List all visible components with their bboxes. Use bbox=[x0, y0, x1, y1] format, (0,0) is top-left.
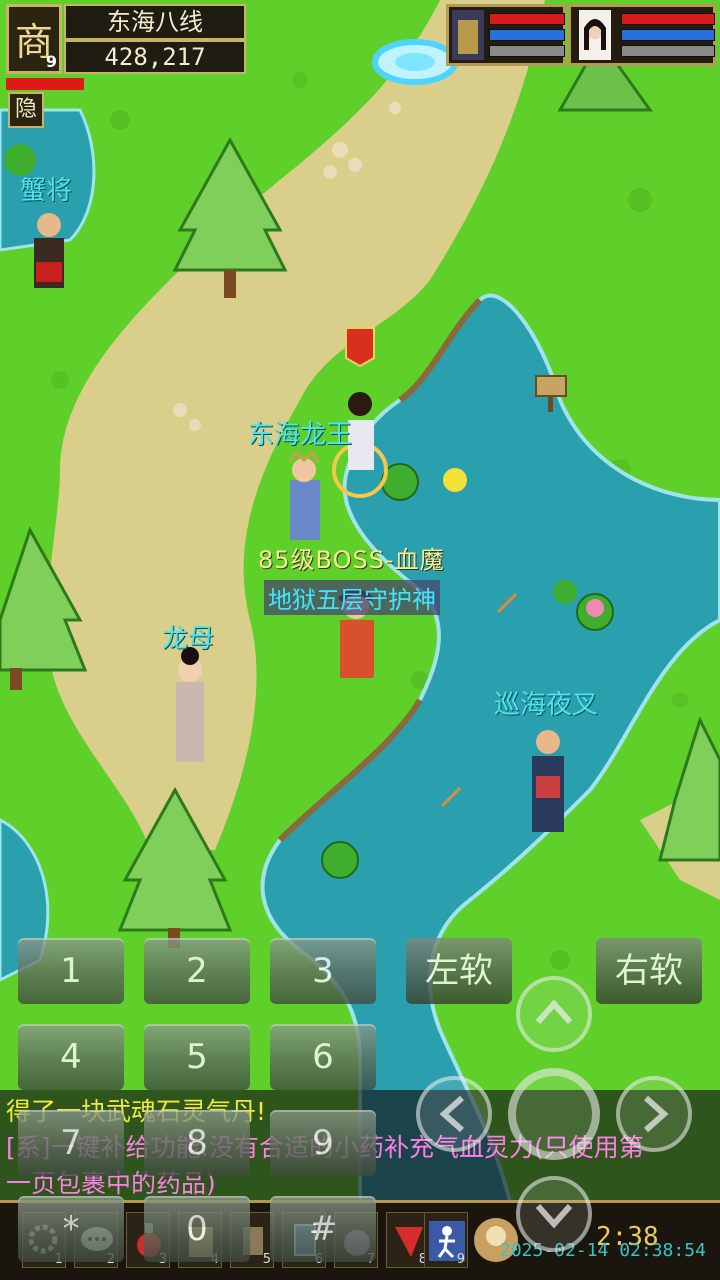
npc-label-dragon-king: 东海龙王 bbox=[248, 420, 353, 450]
skill-slot-9[interactable]: 9 bbox=[424, 1212, 468, 1268]
npc-label-dragon-mother: 龙母 bbox=[162, 624, 215, 654]
dpad-down-button[interactable] bbox=[516, 1176, 592, 1252]
key-1[interactable]: 1 bbox=[18, 938, 124, 1004]
pet-hp-bar bbox=[489, 13, 565, 25]
dpad-right-button[interactable] bbox=[616, 1076, 692, 1152]
player-level: 9 bbox=[45, 52, 57, 71]
left-soft-key[interactable]: 左软 bbox=[406, 938, 512, 1004]
npc-patrol-yaksha-sprite bbox=[532, 730, 564, 832]
npc-dragon-mother-sprite bbox=[176, 647, 204, 762]
hide-ui-button[interactable]: 隐 bbox=[8, 92, 44, 128]
right-soft-key[interactable]: 右软 bbox=[596, 938, 702, 1004]
teammate-mp-bar bbox=[621, 29, 715, 41]
key-7[interactable]: 7 bbox=[18, 1110, 124, 1176]
server-name: 东海八线 bbox=[64, 4, 246, 40]
dpad-center-button[interactable] bbox=[508, 1068, 600, 1160]
arrow-down-icon bbox=[535, 1204, 573, 1229]
arrow-up-icon bbox=[535, 999, 573, 1024]
key-hash[interactable]: # bbox=[270, 1196, 376, 1262]
npc-label-patrol-yaksha: 巡海夜叉 bbox=[494, 690, 599, 720]
key-2[interactable]: 2 bbox=[144, 938, 250, 1004]
teammate-hp-bar bbox=[621, 13, 715, 25]
key-9[interactable]: 9 bbox=[270, 1110, 376, 1176]
teammate-portrait-icon bbox=[579, 10, 611, 60]
key-6[interactable]: 6 bbox=[270, 1024, 376, 1090]
dpad-left-button[interactable] bbox=[416, 1076, 492, 1152]
key-star[interactable]: * bbox=[18, 1196, 124, 1262]
arrow-left-icon bbox=[439, 1095, 464, 1133]
boss-guard-title-label: 地狱五层守护神 bbox=[264, 580, 440, 615]
key-8[interactable]: 8 bbox=[144, 1110, 250, 1176]
npc-crab-general-sprite bbox=[34, 213, 64, 288]
pet-status-panel[interactable] bbox=[446, 4, 566, 66]
npc-label-crab-general: 蟹将 bbox=[20, 176, 73, 206]
teammate-status-panel[interactable] bbox=[568, 4, 716, 66]
pet-portrait-icon bbox=[452, 10, 484, 60]
player-hp-strip bbox=[6, 78, 84, 90]
pet-exp-bar bbox=[489, 45, 565, 57]
key-3[interactable]: 3 bbox=[270, 938, 376, 1004]
gold-amount: 428,217 bbox=[64, 40, 246, 74]
key-5[interactable]: 5 bbox=[144, 1024, 250, 1090]
dpad-up-button[interactable] bbox=[516, 976, 592, 1052]
pet-mp-bar bbox=[489, 29, 565, 41]
arrow-right-icon bbox=[644, 1095, 669, 1133]
key-4[interactable]: 4 bbox=[18, 1024, 124, 1090]
key-0[interactable]: 0 bbox=[144, 1196, 250, 1262]
teammate-exp-bar bbox=[621, 45, 715, 57]
boss-title-label: 85级BOSS-血魔 bbox=[258, 546, 445, 574]
player-avatar[interactable]: 商 9 bbox=[6, 4, 62, 74]
